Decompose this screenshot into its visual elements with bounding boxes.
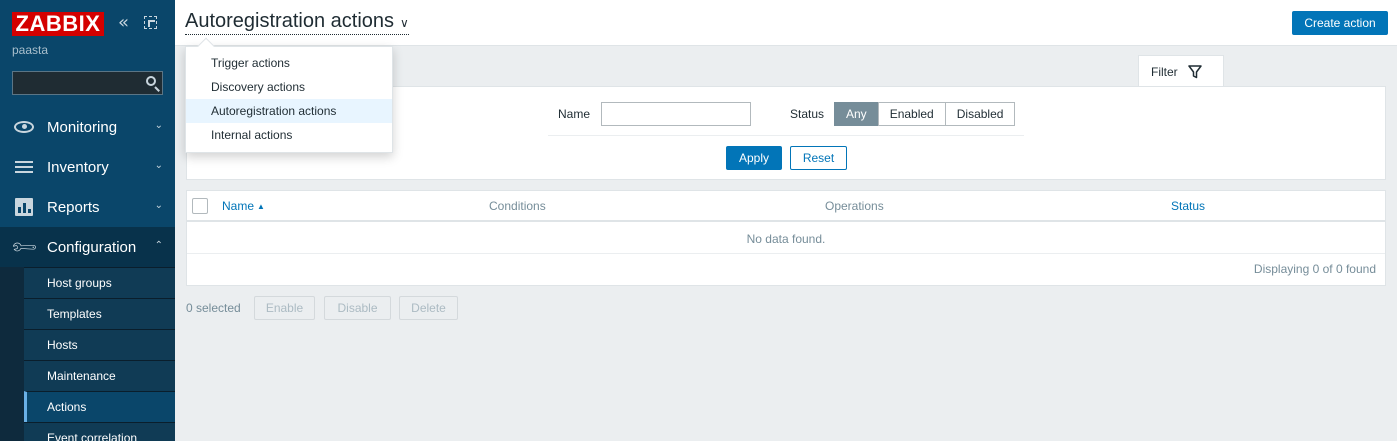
dropdown-item-discovery-actions[interactable]: Discovery actions [186,75,392,99]
filter-status-label: Status [790,107,825,121]
configuration-submenu: Host groups Templates Hosts Maintenance … [0,267,175,441]
column-header-operations: Operations [825,199,884,213]
page-title-dropdown[interactable]: Autoregistration actions ∨ [185,10,409,35]
filter-divider [548,135,1024,136]
status-option-any[interactable]: Any [834,102,879,126]
main-menu: Monitoring ⌄ Inventory ⌄ Reports ⌄ 🔧︎ Co… [0,107,175,267]
actions-table: Name ▲ Conditions Operations Status No da… [186,190,1386,286]
menu-item-configuration[interactable]: 🔧︎ Configuration ⌃ [0,227,175,267]
search-input[interactable] [12,71,163,95]
dropdown-item-autoregistration-actions[interactable]: Autoregistration actions [186,99,392,123]
create-action-button[interactable]: Create action [1292,11,1388,35]
zabbix-logo[interactable]: ZABBIX [12,12,104,36]
chevron-down-icon: ⌄ [154,120,163,131]
menu-item-label: Monitoring [47,118,118,136]
submenu-item-event-correlation[interactable]: Event correlation [24,422,175,441]
apply-button[interactable]: Apply [726,146,782,170]
column-header-conditions: Conditions [489,199,546,213]
submenu-item-templates[interactable]: Templates [24,298,175,329]
eye-icon [14,117,34,137]
kiosk-mode-icon[interactable] [144,16,157,29]
delete-button[interactable]: Delete [399,296,458,320]
filter-icon [1187,64,1202,79]
menu-item-reports[interactable]: Reports ⌄ [0,187,175,227]
menu-item-label: Reports [47,198,100,216]
chevron-down-icon: ⌄ [154,160,163,171]
chevron-up-icon: ⌃ [154,240,163,251]
menu-item-inventory[interactable]: Inventory ⌄ [0,147,175,187]
filter-name-label: Name [558,107,591,121]
filter-tab[interactable]: Filter [1138,55,1224,87]
filter-tab-label: Filter [1151,64,1178,79]
paging-info: Displaying 0 of 0 found [1253,262,1376,276]
page-header: Autoregistration actions ∨ Create action [175,0,1397,46]
menu-item-label: Inventory [47,158,109,176]
submenu-item-host-groups[interactable]: Host groups [24,267,175,298]
bar-chart-icon [14,197,34,217]
column-header-name-label: Name [222,199,255,213]
status-segmented-control: Any Enabled Disabled [834,102,1016,126]
select-all-checkbox[interactable] [192,198,208,214]
search-icon[interactable] [145,75,161,92]
table-header-row: Name ▲ Conditions Operations Status [187,191,1385,222]
collapse-sidebar-icon[interactable]: « [118,14,134,32]
disable-button[interactable]: Disable [324,296,391,320]
column-header-status[interactable]: Status [1171,199,1205,213]
selected-count: 0 selected [186,301,241,315]
reset-button[interactable]: Reset [790,146,847,170]
no-data-message: No data found. [187,224,1385,254]
action-type-dropdown: Trigger actions Discovery actions Autore… [185,37,393,153]
menu-item-label: Configuration [47,238,137,256]
submenu-item-hosts[interactable]: Hosts [24,329,175,360]
status-option-enabled[interactable]: Enabled [877,102,946,126]
filter-name-input[interactable] [601,102,751,126]
page-title: Autoregistration actions [185,10,395,32]
submenu-item-maintenance[interactable]: Maintenance [24,360,175,391]
chevron-down-icon: ∨ [400,15,409,30]
dropdown-item-trigger-actions[interactable]: Trigger actions [186,51,392,75]
list-icon [14,157,34,177]
column-header-name[interactable]: Name ▲ [222,199,265,213]
wrench-icon: 🔧︎ [8,231,40,263]
enable-button[interactable]: Enable [254,296,315,320]
menu-item-monitoring[interactable]: Monitoring ⌄ [0,107,175,147]
chevron-down-icon: ⌄ [154,200,163,211]
sidebar: ZABBIX « paasta Monitoring ⌄ Inventory ⌄… [0,0,175,441]
status-option-disabled[interactable]: Disabled [944,102,1016,126]
submenu-item-actions[interactable]: Actions [24,391,175,422]
sort-ascending-icon: ▲ [257,202,265,211]
dropdown-item-internal-actions[interactable]: Internal actions [186,123,392,147]
server-name: paasta [12,43,49,57]
